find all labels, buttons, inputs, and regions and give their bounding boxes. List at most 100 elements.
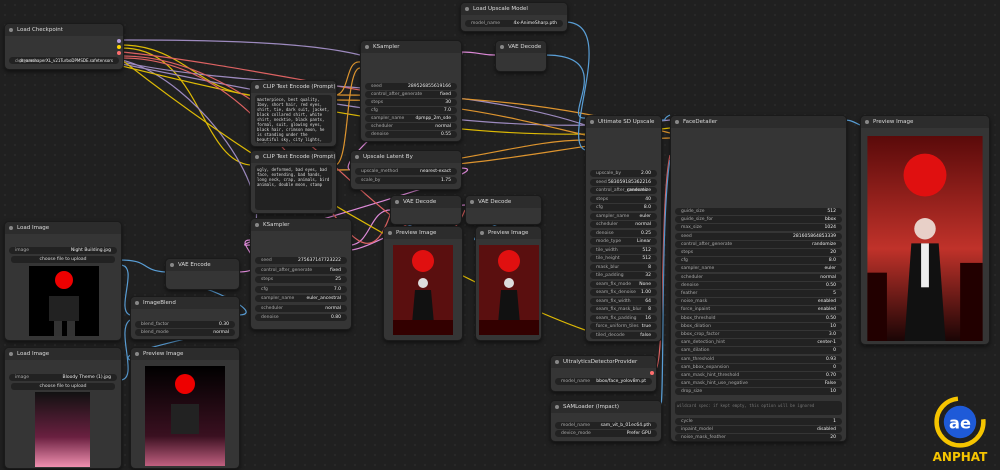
widget-seam-fix-denoise[interactable]: seam_fix_denoise 1.00 xyxy=(590,289,657,296)
prompt-textarea[interactable]: masterpiece, best quality, 1boy, short h… xyxy=(255,95,332,143)
widget-tile-height[interactable]: tile_height 512 xyxy=(590,255,657,262)
widget-cfg[interactable]: cfg 7.0 xyxy=(255,285,347,293)
widget-cycle[interactable]: cycle 1 xyxy=(675,418,842,425)
widget-feather[interactable]: feather 5 xyxy=(675,290,842,297)
widget-seed[interactable]: seed 275637147723222 xyxy=(255,257,347,264)
widget-tile-width[interactable]: tile_width 512 xyxy=(590,246,657,254)
widget-sampler-name[interactable]: sampler_name euler_ancestral xyxy=(255,295,347,302)
upload-button[interactable]: choose file to upload xyxy=(11,256,115,263)
widget-bbox-dilation[interactable]: bbox_dilation 10 xyxy=(675,322,842,330)
widget-denoise[interactable]: denoise 0.55 xyxy=(365,131,457,138)
widget-guide-size-for[interactable]: guide_size_for bbox xyxy=(675,216,842,224)
vae-decode-node-3[interactable]: VAE Decode xyxy=(465,195,542,225)
widget-bbox-threshold[interactable]: bbox_threshold 0.50 xyxy=(675,314,842,322)
clip-output-slot[interactable] xyxy=(117,45,121,49)
widget-force-uniform-tiles[interactable]: force_uniform_tiles true xyxy=(590,323,657,330)
model-name-select[interactable]: model_name bbox/face_yolov8m.pt xyxy=(555,378,652,385)
widget-force-inpaint[interactable]: force_inpaint enabled xyxy=(675,306,842,314)
widget-device-mode[interactable]: device_mode Prefer GPU xyxy=(555,430,657,437)
widget-sam-bbox-expansion[interactable]: sam_bbox_expansion 0 xyxy=(675,363,842,371)
load-checkpoint-node[interactable]: Load Checkpoint ckpt_name dreamshaperXL_… xyxy=(4,23,124,70)
widget-seed[interactable]: seed 289526855619166 xyxy=(365,83,457,90)
vae-encode-node[interactable]: VAE Encode xyxy=(165,258,240,290)
load-image-2-node[interactable]: Load Image image Bloody Theme (1).jpg ch… xyxy=(4,347,122,469)
widget-noise-mask[interactable]: noise_mask enabled xyxy=(675,298,842,306)
widget-steps[interactable]: steps 40 xyxy=(590,195,657,203)
widget-cfg[interactable]: cfg 8.0 xyxy=(590,204,657,211)
ksampler-2-node[interactable]: KSampler seed 275637147723222 control_afte… xyxy=(250,218,352,330)
widget-seed[interactable]: seed 583059185362216 xyxy=(590,178,657,186)
prompt-textarea[interactable]: ugly, deformed, bad eyes, bad face, exte… xyxy=(255,165,332,210)
widget-sampler-name[interactable]: sampler_name dpmpp_2m_sde xyxy=(365,115,457,122)
model-output-slot[interactable] xyxy=(117,39,121,43)
preview-image-node-2[interactable]: Preview Image xyxy=(475,226,542,341)
widget-scheduler[interactable]: scheduler normal xyxy=(365,123,457,130)
widget-blend-factor[interactable]: blend_factor 0.30 xyxy=(135,321,235,328)
vae-output-slot[interactable] xyxy=(117,51,121,55)
widget-sam-dilation[interactable]: sam_dilation 0 xyxy=(675,347,842,355)
ultralytics-detector-node[interactable]: UltralyticsDetectorProvider model_name b… xyxy=(550,355,657,392)
widget-blend-mode[interactable]: blend_mode normal xyxy=(135,329,235,336)
widget-seam-fix-padding[interactable]: seam_fix_padding 16 xyxy=(590,314,657,322)
widget-inpaint-model[interactable]: inpaint_model disabled xyxy=(675,426,842,433)
widget-scheduler[interactable]: scheduler normal xyxy=(675,273,842,281)
widget-steps[interactable]: steps 25 xyxy=(255,276,347,283)
widget-mask-blur[interactable]: mask_blur 8 xyxy=(590,263,657,271)
widget-scale-by[interactable]: scale_by 1.75 xyxy=(355,177,457,184)
widget-upscale-method[interactable]: upscale_method nearest-exact xyxy=(355,168,457,175)
widget-upscale-by[interactable]: upscale_by 2.00 xyxy=(590,170,657,177)
widget-noise-mask-feather[interactable]: noise_mask_feather 20 xyxy=(675,434,842,441)
widget-sam-threshold[interactable]: sam_threshold 0.93 xyxy=(675,355,842,363)
load-image-node[interactable]: Load Image image Night Building.jpg choo… xyxy=(4,221,122,341)
widget-sampler-name[interactable]: sampler_name euler xyxy=(590,212,657,220)
widget-tiled-decode[interactable]: tiled_decode false xyxy=(590,331,657,339)
preview-image-node[interactable]: Preview Image xyxy=(383,226,463,341)
preview-image-blend-node[interactable]: Preview Image xyxy=(130,347,240,469)
widget-steps[interactable]: steps 30 xyxy=(365,99,457,106)
bbox-output-slot[interactable] xyxy=(650,371,654,375)
widget-sam-mask-hint-use-negative[interactable]: sam_mask_hint_use_negative False xyxy=(675,380,842,388)
wildcard-textarea[interactable]: wildcard spec: if kept empty, this optio… xyxy=(675,401,842,415)
ksampler-node[interactable]: KSampler seed 289526855619166 control_afte… xyxy=(360,40,462,142)
widget-sam-detection-hint[interactable]: sam_detection_hint center-1 xyxy=(675,339,842,347)
sam-loader-node[interactable]: SAMLoader (Impact) model_name sam_vit_b_0… xyxy=(550,400,662,442)
clip-text-encode-negative-node[interactable]: CLIP Text Encode (Prompt) ugly, deformed… xyxy=(250,150,337,214)
widget-drop-size[interactable]: drop_size 10 xyxy=(675,388,842,396)
widget-seed[interactable]: seed 281605864853339 xyxy=(675,232,842,240)
widget-seam-fix-mode[interactable]: seam_fix_mode None xyxy=(590,280,657,288)
widget-sam-mask-hint-threshold[interactable]: sam_mask_hint_threshold 0.70 xyxy=(675,372,842,379)
widget-denoise[interactable]: denoise 0.25 xyxy=(590,229,657,237)
face-detailer-node[interactable]: FaceDetailer guide_size 512 guide_size_for… xyxy=(670,115,847,442)
widget-max-size[interactable]: max_size 1024 xyxy=(675,224,842,232)
widget-scheduler[interactable]: scheduler normal xyxy=(255,304,347,312)
widget-control-after-generate[interactable]: control_after_generate fixed xyxy=(255,266,347,274)
widget-tile-padding[interactable]: tile_padding 32 xyxy=(590,272,657,279)
upscale-latent-node[interactable]: Upscale Latent By upscale_method nearest-… xyxy=(350,150,462,190)
vae-decode-node[interactable]: VAE Decode xyxy=(495,40,547,72)
widget-mode-type[interactable]: mode_type Linear xyxy=(590,238,657,245)
widget-control-after-generate[interactable]: control_after_generate randomize xyxy=(675,240,842,248)
image-select[interactable]: image Night Building.jpg xyxy=(9,247,117,254)
widget-sampler-name[interactable]: sampler_name euler xyxy=(675,265,842,273)
ultimate-sd-upscale-node[interactable]: Ultimate SD Upscale upscale_by 2.00 seed 58… xyxy=(585,115,662,342)
widget-seam-fix-width[interactable]: seam_fix_width 64 xyxy=(590,297,657,305)
widget-denoise[interactable]: denoise 0.80 xyxy=(255,314,347,321)
widget-control-after-generate[interactable]: control_after_generate randomize xyxy=(590,187,657,194)
upload-button[interactable]: choose file to upload xyxy=(11,383,115,390)
image-select[interactable]: image Bloody Theme (1).jpg xyxy=(9,374,117,381)
widget-denoise[interactable]: denoise 0.50 xyxy=(675,281,842,289)
widget-cfg[interactable]: cfg 8.0 xyxy=(675,257,842,265)
widget-steps[interactable]: steps 20 xyxy=(675,249,842,256)
widget-model-name[interactable]: model_name sam_vit_b_01ec64.pth xyxy=(555,422,657,429)
model-name-select[interactable]: model_name 4x-AnimeSharp.pth xyxy=(465,20,563,27)
widget-scheduler[interactable]: scheduler normal xyxy=(590,221,657,228)
widget-guide-size[interactable]: guide_size 512 xyxy=(675,208,842,215)
ckpt-name-select[interactable]: ckpt_name dreamshaperXL_v21TurboDPMSDE.s… xyxy=(9,57,119,64)
preview-image-final-node[interactable]: Preview Image xyxy=(860,115,990,345)
vae-decode-node-2[interactable]: VAE Decode xyxy=(390,195,462,225)
widget-cfg[interactable]: cfg 7.0 xyxy=(365,107,457,114)
widget-bbox-crop-factor[interactable]: bbox_crop_factor 3.0 xyxy=(675,331,842,338)
clip-text-encode-positive-node[interactable]: CLIP Text Encode (Prompt) masterpiece, b… xyxy=(250,80,337,147)
load-upscale-model-node[interactable]: Load Upscale Model model_name 4x-AnimeSh… xyxy=(460,2,568,32)
widget-seam-fix-mask-blur[interactable]: seam_fix_mask_blur 8 xyxy=(590,306,657,313)
